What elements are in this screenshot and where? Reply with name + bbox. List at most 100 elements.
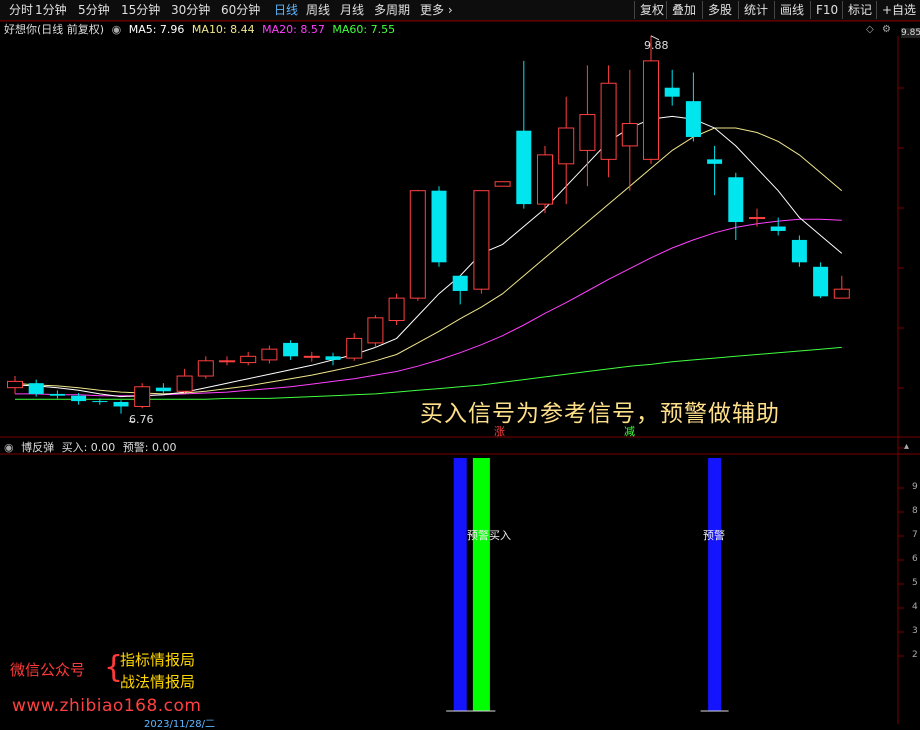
candle-body [643, 60, 659, 160]
candle-body [749, 217, 765, 220]
candle-body [833, 288, 850, 299]
candle-body [537, 154, 553, 205]
candle-body [71, 395, 87, 402]
candle-body [494, 181, 511, 187]
candle-body [728, 177, 744, 223]
tool-overlay-button[interactable]: 叠加 [666, 1, 701, 19]
ma5-line [14, 115, 843, 398]
ind-tick-6: 6 [912, 554, 918, 564]
period-tab-60min[interactable]: 60分钟 [221, 0, 260, 20]
candle-body [770, 226, 786, 231]
period-tab-more[interactable]: 更多 › [420, 0, 453, 20]
signal-zhang: 涨 [494, 425, 505, 438]
ind-tick-8: 8 [912, 506, 918, 516]
period-tab-fenshi[interactable]: 分时 [9, 0, 33, 20]
gear-icon[interactable]: ⚙ [882, 24, 891, 35]
indicator-pane-title-bar: ◉ 博反弹 买入: 0.00 预警: 0.00 [4, 441, 181, 455]
candle-body [707, 159, 723, 164]
tool-fuquan-button[interactable]: 复权 [634, 1, 669, 19]
candle-body [452, 275, 468, 291]
tool-draw-button[interactable]: 画线 [774, 1, 809, 19]
period-tab-5min[interactable]: 5分钟 [78, 0, 110, 20]
ind-tick-2: 2 [912, 650, 918, 660]
warn-bar [453, 458, 467, 711]
period-tab-multi[interactable]: 多周期 [374, 0, 410, 20]
candle-body [621, 123, 638, 147]
candle-body [283, 342, 299, 357]
tool-mark-button[interactable]: 标记 [842, 1, 877, 19]
period-tab-30min[interactable]: 30分钟 [171, 0, 210, 20]
more-label: 更多 [420, 3, 445, 17]
candle-body [92, 401, 108, 403]
period-tab-weekly[interactable]: 周线 [306, 0, 330, 20]
tool-f10-button[interactable]: F10 [810, 1, 843, 19]
ma10-line [14, 127, 843, 395]
candle-body [813, 266, 829, 297]
price-axis-value: 9.85 [901, 28, 920, 38]
candle-body [367, 317, 384, 344]
period-tab-daily[interactable]: 日线 [274, 0, 298, 20]
cursor-date: 2023/11/28/二 [144, 719, 216, 730]
indicator-settings-icon[interactable]: ◉ [4, 441, 14, 454]
ind-tick-5: 5 [912, 578, 918, 588]
ind-tick-9: 9 [912, 482, 918, 492]
chevron-right-icon: › [447, 3, 453, 17]
watermark-wechat: 微信公众号 [10, 661, 86, 679]
candle-body [28, 383, 44, 394]
candlestick-chart [0, 21, 920, 724]
chart-area[interactable]: 好想你(日线 前复权) ◉ MA5: 7.96 MA10: 8.44 MA20:… [0, 21, 920, 730]
stock-title: 好想你(日线 前复权) [4, 23, 105, 36]
candle-body [664, 87, 680, 97]
candle-body [516, 130, 532, 205]
candle-body [197, 360, 214, 377]
candle-body [219, 360, 235, 363]
candle-body [240, 355, 257, 364]
period-tab-15min[interactable]: 15分钟 [121, 0, 160, 20]
ma5-label: MA5: 7.96 [128, 23, 185, 36]
candle-body [155, 387, 171, 392]
warn-value-label: 预警: 0.00 [122, 441, 177, 454]
ma20-label: MA20: 8.57 [262, 23, 325, 36]
candle-body [431, 190, 447, 263]
watermark-site: www.zhibiao168.com [12, 696, 202, 716]
candle-body [134, 386, 151, 407]
ind-tick-4: 4 [912, 602, 918, 612]
main-pane-title-bar: 好想你(日线 前复权) ◉ MA5: 7.96 MA10: 8.44 MA20:… [4, 23, 399, 37]
candle-body [388, 297, 405, 322]
diamond-icon[interactable]: ◇ [866, 24, 874, 35]
buy-bar [472, 458, 490, 711]
settings-circle-icon[interactable]: ◉ [112, 23, 122, 36]
tool-stats-button[interactable]: 统计 [738, 1, 773, 19]
candle-body [176, 375, 193, 392]
ma20-line [15, 218, 842, 397]
watermark-line2: 战法情报局 [120, 673, 196, 691]
high-price-label: 9.88 [644, 39, 669, 52]
warn-bar [708, 458, 722, 711]
candle-body [473, 190, 490, 290]
candle-body [685, 101, 701, 137]
period-toolbar: 分时 1分钟 5分钟 15分钟 30分钟 60分钟 日线 周线 月线 多周期 更… [0, 0, 920, 21]
pane-up-icon[interactable]: ▴ [904, 441, 909, 452]
bar-label-warn: 预警 [703, 529, 725, 542]
tool-watchlist-button[interactable]: +自选 [876, 1, 920, 19]
candle-body [791, 239, 807, 263]
candle-body [303, 355, 320, 358]
indicator-title: 博反弹 [21, 441, 55, 454]
candle-body [7, 380, 23, 389]
candle-body [558, 127, 575, 165]
candle-body [346, 337, 363, 359]
watermark-line1: 指标情报局 [120, 651, 196, 669]
period-tab-1min[interactable]: 1分钟 [35, 0, 67, 20]
ma10-label: MA10: 8.44 [191, 23, 255, 36]
candle-body [261, 348, 278, 361]
candle-body [600, 82, 617, 160]
candle-body [409, 190, 426, 299]
period-tab-monthly[interactable]: 月线 [340, 0, 364, 20]
candle-body [325, 356, 341, 360]
bar-label-warn-buy: 预警买入 [467, 529, 511, 542]
candle-body [579, 114, 596, 151]
ma60-label: MA60: 7.55 [332, 23, 396, 36]
tool-multi-stock-button[interactable]: 多股 [702, 1, 737, 19]
ind-tick-3: 3 [912, 626, 918, 636]
signal-caption: 买入信号为参考信号，预警做辅助 [420, 401, 780, 427]
